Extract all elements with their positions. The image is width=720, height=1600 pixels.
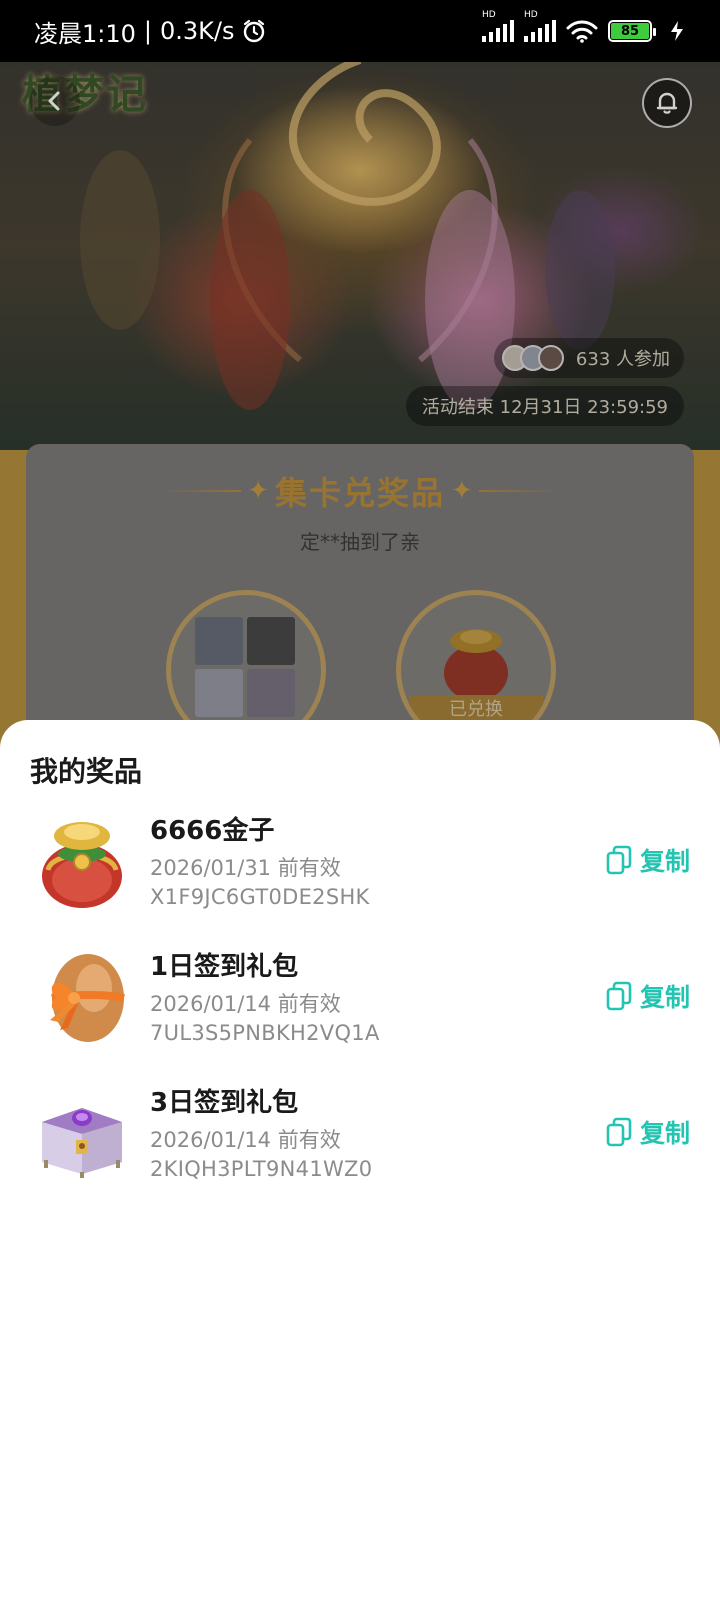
status-bar: 凌晨1:10 | 0.3K/s HD HD 85	[0, 0, 720, 62]
prize-expiry: 2026/01/31 前有效	[150, 856, 341, 880]
prize-expiry: 2026/01/14 前有效	[150, 992, 341, 1016]
gift-egg-icon	[50, 954, 125, 1042]
prize-item: 6666金子 2026/01/31 前有效 X1F9JC6GT0DE2SHK 复…	[0, 808, 720, 944]
prize-code: X1F9JC6GT0DE2SHK	[150, 885, 370, 909]
copy-label: 复制	[639, 847, 690, 876]
prize-item: 3日签到礼包 2026/01/14 前有效 2KIQH3PLT9N41WZ0 复…	[0, 1080, 720, 1216]
wifi-icon	[566, 20, 598, 43]
prize-image	[30, 808, 134, 912]
gold-pouch-icon	[42, 822, 122, 908]
hd-label: HD	[482, 10, 496, 20]
dim-overlay[interactable]	[0, 0, 720, 760]
background-page: 植梦记 633 人参加 活动结束 12月31日 23:59:59 ✦ 集卡兑奖品…	[0, 0, 720, 760]
copy-icon	[606, 845, 632, 875]
charging-bolt-icon	[671, 21, 683, 41]
prize-expiry: 2026/01/14 前有效	[150, 1128, 341, 1152]
prize-code: 7UL3S5PNBKH2VQ1A	[150, 1021, 380, 1045]
my-prizes-sheet: 我的奖品 6666金子 2026/01/31 前有效 X1F9JC6GT0DE2…	[0, 720, 720, 1600]
prize-name: 1日签到礼包	[150, 952, 299, 982]
status-separator: |	[143, 17, 152, 45]
network-speed: 0.3K/s	[160, 17, 235, 45]
cellular-signal-icon: HD	[482, 10, 514, 42]
copy-label: 复制	[639, 983, 690, 1012]
treasure-chest-icon	[42, 1108, 122, 1178]
prize-name: 6666金子	[150, 816, 275, 846]
battery-icon: 85	[608, 20, 656, 42]
status-right: HD HD 85	[482, 10, 686, 43]
battery-level: 85	[611, 23, 649, 39]
sheet-title: 我的奖品	[30, 755, 143, 788]
prize-name: 3日签到礼包	[150, 1088, 299, 1118]
cellular-signal-icon: HD	[524, 10, 556, 42]
copy-button[interactable]: 复制	[606, 1112, 690, 1152]
prize-code: 2KIQH3PLT9N41WZ0	[150, 1157, 373, 1181]
prize-item: 1日签到礼包 2026/01/14 前有效 7UL3S5PNBKH2VQ1A 复…	[0, 944, 720, 1080]
hd-label: HD	[524, 10, 538, 20]
copy-icon	[606, 1117, 632, 1147]
clock: 凌晨1:10	[34, 19, 136, 48]
status-left: 凌晨1:10 | 0.3K/s	[34, 14, 267, 49]
prize-image	[30, 1080, 134, 1184]
copy-icon	[606, 981, 632, 1011]
copy-button[interactable]: 复制	[606, 976, 690, 1016]
alarm-clock-icon	[243, 19, 264, 43]
copy-button[interactable]: 复制	[606, 840, 690, 880]
copy-label: 复制	[639, 1119, 690, 1148]
prize-list: 6666金子 2026/01/31 前有效 X1F9JC6GT0DE2SHK 复…	[0, 808, 720, 1216]
prize-image	[30, 944, 134, 1048]
